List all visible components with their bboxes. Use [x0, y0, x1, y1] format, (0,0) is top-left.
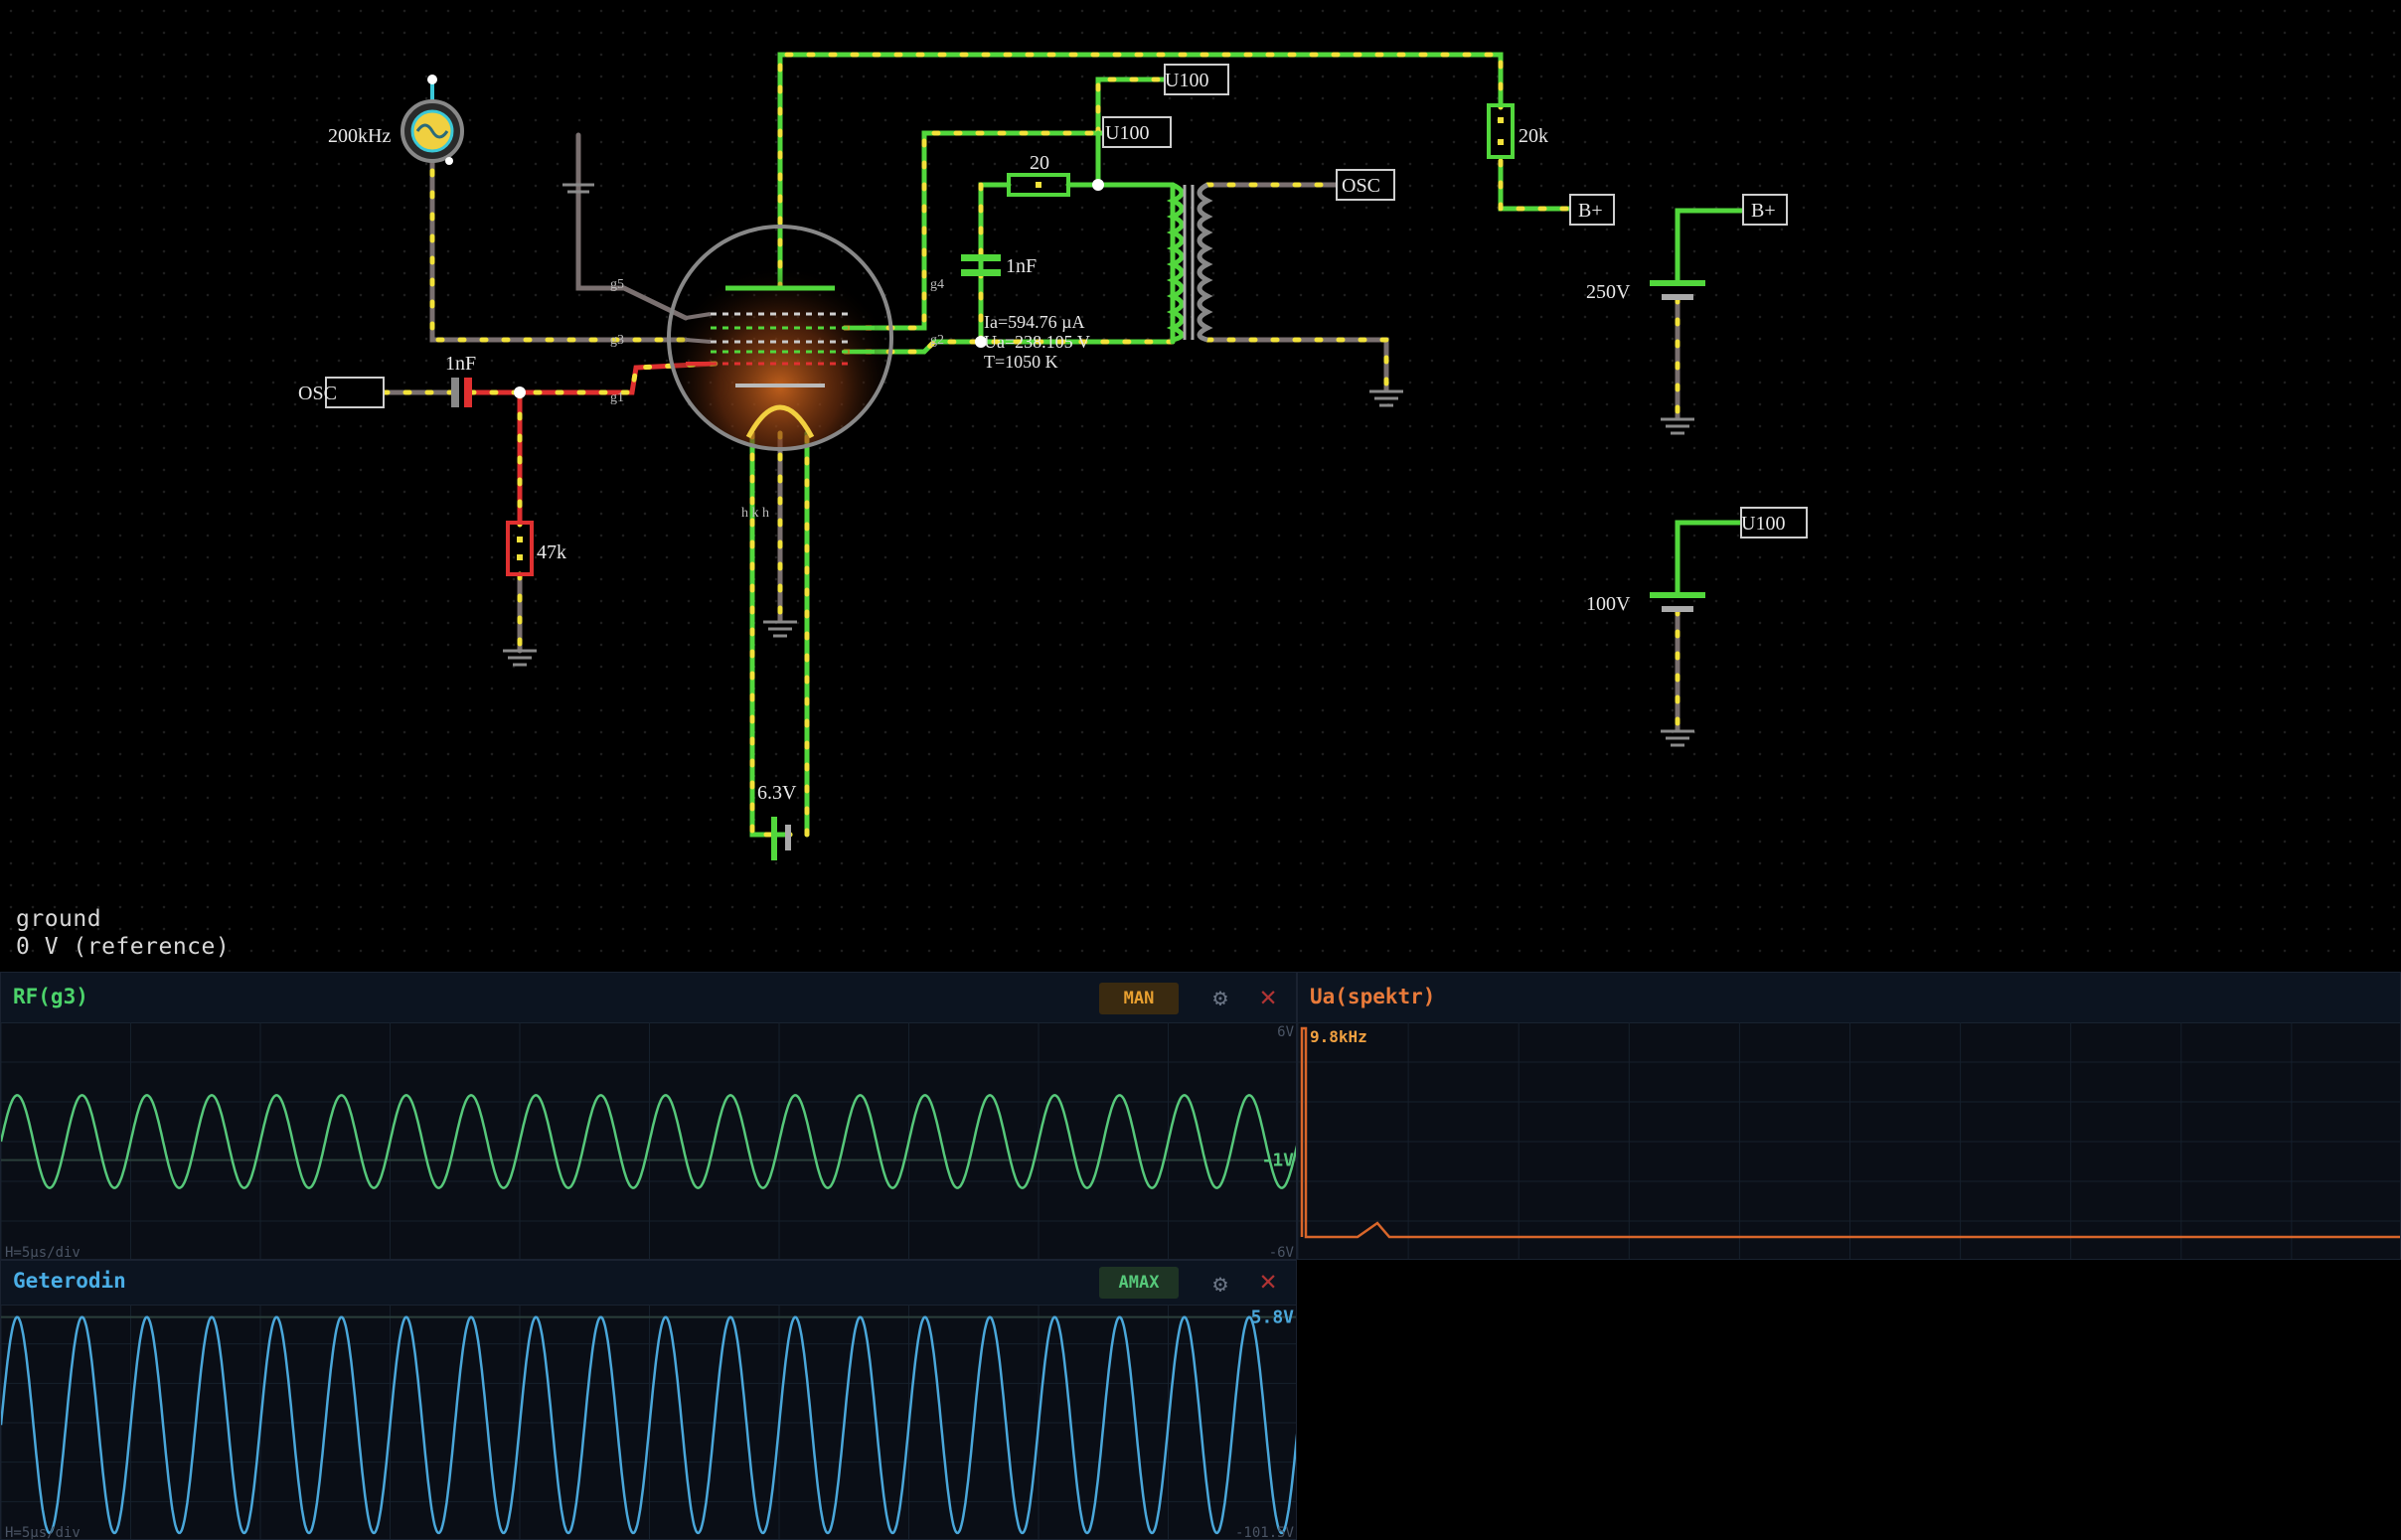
- gear-icon[interactable]: ⚙: [1205, 1269, 1235, 1299]
- wire-b-plus-supply[interactable]: [1675, 208, 1747, 285]
- close-icon[interactable]: ✕: [1253, 981, 1283, 1012]
- wire-generator-to-g3[interactable]: [429, 146, 689, 343]
- osc-output-label: OSC: [1342, 175, 1380, 197]
- spectrum-peak-label: 9.8kHz: [1310, 1027, 1367, 1046]
- anode-resistor-label: 20: [1030, 152, 1049, 174]
- spectrum-trace: [1300, 1026, 2400, 1239]
- scope-y-top-label: 6V: [1277, 1024, 1294, 1040]
- scope-panel-geterodin[interactable]: Geterodin AMAX ⚙ ✕ -101.5V 5.8V H=5µs/div: [0, 1260, 1297, 1540]
- pin-g3-label: g3: [610, 333, 624, 348]
- scope-mode-button[interactable]: AMAX: [1099, 1267, 1179, 1299]
- tube-temp-readout: T=1050 K: [984, 352, 1058, 372]
- u100-label-b-text: U100: [1105, 122, 1149, 144]
- bypass-cap-label: 1nF: [1006, 255, 1037, 277]
- scope-plot[interactable]: 6V -6V -1V H=5µs/div: [1, 1022, 1297, 1260]
- spectrum-header[interactable]: Ua(spektr): [1298, 973, 2400, 1023]
- status-node-value: 0 V (reference): [16, 934, 231, 960]
- gear-icon[interactable]: ⚙: [1205, 983, 1235, 1012]
- spectrum-panel[interactable]: Ua(spektr) 9.8kHz: [1297, 972, 2401, 1260]
- heater-pin-labels: h k h: [741, 506, 769, 521]
- scope-marker-label: 5.8V: [1251, 1308, 1295, 1328]
- pin-g1-label: g1: [610, 390, 624, 405]
- scope-hdiv-label: H=5µs/div: [5, 1245, 80, 1260]
- osc-input-label: OSC: [298, 383, 337, 404]
- scope-hdiv-label: H=5µs/div: [5, 1525, 80, 1540]
- scope-title: Geterodin: [13, 1269, 126, 1293]
- tube-ua-readout: Ua=238.105 V: [984, 332, 1090, 352]
- scope-header[interactable]: Geterodin AMAX ⚙ ✕: [1, 1261, 1296, 1306]
- coupling-capacitor[interactable]: [451, 378, 472, 407]
- wire-g5-ground[interactable]: [575, 132, 689, 321]
- u100-label-c-text: U100: [1741, 513, 1785, 535]
- ground-symbols: [503, 183, 1694, 747]
- empty-panel-area: [1297, 1260, 2401, 1540]
- scope-header[interactable]: RF(g3) MAN ⚙ ✕: [1, 973, 1296, 1023]
- spectrum-title: Ua(spektr): [1310, 985, 1436, 1008]
- b-plus-label-a-text: B+: [1578, 200, 1603, 222]
- circuit-canvas[interactable]: 200kHz OSC OSC 1nF 47k 20 1nF 20k U100 U…: [0, 0, 2401, 969]
- scope-title: RF(g3): [13, 985, 88, 1008]
- scope-y-bottom-label: -6V: [1269, 1245, 1295, 1260]
- output-transformer[interactable]: [1166, 182, 1213, 343]
- pin-g4-label: g4: [930, 277, 944, 292]
- status-node-name: ground: [16, 906, 102, 932]
- b-plus-label-b-text: B+: [1751, 200, 1776, 222]
- pin-g5-label: g5: [610, 277, 624, 292]
- scope-panel-rf-g3[interactable]: RF(g3) MAN ⚙ ✕ 6V -6V -1V H=5µs/div: [0, 972, 1297, 1260]
- u100-label-a-text: U100: [1165, 70, 1208, 91]
- supply-250v-label: 250V: [1586, 281, 1631, 303]
- heater-voltage-label: 6.3V: [757, 782, 797, 804]
- battery-heater[interactable]: [771, 817, 791, 860]
- pentode-tube[interactable]: [667, 225, 893, 451]
- b-plus-resistor[interactable]: [1487, 103, 1515, 159]
- tube-ia-readout: Ia=594.76 µA: [984, 312, 1085, 332]
- scope-plot[interactable]: -101.5V 5.8V H=5µs/div: [1, 1305, 1297, 1540]
- supply-100v-label: 100V: [1586, 593, 1631, 615]
- anode-resistor[interactable]: [1007, 173, 1070, 197]
- coupling-cap-label: 1nF: [445, 353, 476, 375]
- rf-generator[interactable]: [400, 75, 464, 165]
- generator-freq-label: 200kHz: [328, 125, 391, 147]
- spectrum-plot[interactable]: 9.8kHz: [1298, 1022, 2401, 1260]
- close-icon[interactable]: ✕: [1253, 1265, 1283, 1297]
- scope-y-bottom-label: -101.5V: [1235, 1525, 1295, 1540]
- battery-100v[interactable]: [1650, 592, 1705, 612]
- grid-resistor-label: 47k: [537, 541, 566, 563]
- wire-secondary-ground[interactable]: [1204, 337, 1389, 392]
- pin-g2-label: g2: [930, 333, 944, 348]
- battery-250v[interactable]: [1650, 280, 1705, 300]
- wire-u100-supply[interactable]: [1675, 520, 1747, 597]
- b-plus-resistor-label: 20k: [1519, 125, 1548, 147]
- scope-mode-button[interactable]: MAN: [1099, 983, 1179, 1014]
- scope-marker-label: -1V: [1261, 1151, 1294, 1171]
- grid-resistor[interactable]: [506, 521, 534, 576]
